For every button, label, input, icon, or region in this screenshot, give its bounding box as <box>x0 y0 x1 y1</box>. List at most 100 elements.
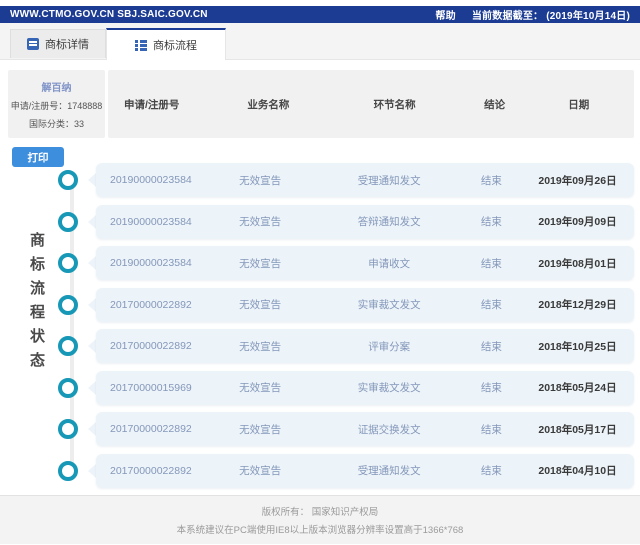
data-cutoff-label: 当前数据截至： (2019年10月14日) <box>471 11 630 22</box>
print-button[interactable]: 打印 <box>12 147 64 167</box>
timeline-node-icon <box>58 377 78 398</box>
bubble-arrow-icon <box>88 256 96 270</box>
row-bubble: 20190000023584 无效宣告 受理通知发文 结束 2019年09月26… <box>96 163 634 197</box>
site-urls: WWW.CTMO.GOV.CN SBJ.SAIC.GOV.CN <box>10 9 208 20</box>
table-row: 20190000023584 无效宣告 受理通知发文 结束 2019年09月26… <box>58 163 634 197</box>
cell-app-no: 20170000022892 <box>110 298 192 311</box>
row-bubble: 20170000015969 无效宣告 实审裁文发文 结束 2018年05月24… <box>96 370 634 405</box>
column-header-business: 业务名称 <box>247 98 290 111</box>
timeline-node-icon <box>58 336 78 356</box>
cell-business: 无效宣告 <box>239 174 282 187</box>
bubble-arrow-icon <box>88 380 96 395</box>
bubble-arrow-icon <box>88 463 96 478</box>
cell-business: 无效宣告 <box>239 382 282 394</box>
browser-advice-line: 本系统建议在PC端使用IE8以上版本浏览器分辨率设置高于1366*768 <box>176 525 464 536</box>
tab-trademark-details[interactable]: 商标详情 <box>10 29 106 58</box>
timeline-node-icon <box>58 170 78 190</box>
column-header-result: 结论 <box>484 98 506 111</box>
column-header-app-no: 申请/注册号 <box>124 98 180 111</box>
cell-business: 无效宣告 <box>239 216 282 228</box>
timeline-node-icon <box>58 419 78 439</box>
cell-app-no: 20170000022892 <box>110 423 192 435</box>
row-bubble: 20170000022892 无效宣告 实审裁文发文 结束 2018年12月29… <box>96 287 634 322</box>
cell-date: 2018年04月10日 <box>538 465 617 477</box>
cell-business: 无效宣告 <box>239 465 282 477</box>
row-bubble: 20170000022892 无效宣告 证据交换发文 结束 2018年05月17… <box>96 412 634 446</box>
main-panel: 解百纳 申请/注册号：1748888 国际分类：33 申请/注册号 业务名称 环… <box>0 60 640 495</box>
trademark-info-card: 解百纳 申请/注册号：1748888 国际分类：33 <box>8 70 105 138</box>
column-header-date: 日期 <box>568 98 590 111</box>
bubble-arrow-icon <box>88 339 96 353</box>
topbar: WWW.CTMO.GOV.CN SBJ.SAIC.GOV.CN 帮助 当前数据截… <box>0 6 640 23</box>
cell-step: 受理通知发文 <box>357 174 421 187</box>
cell-step: 证据交换发文 <box>357 423 421 436</box>
list-icon <box>135 39 147 51</box>
tab-label: 商标详情 <box>45 39 89 51</box>
table-row: 20190000023584 无效宣告 申请收文 结束 2019年08月01日 <box>58 246 634 280</box>
cell-business: 无效宣告 <box>239 340 282 353</box>
cell-date: 2018年12月29日 <box>538 299 617 311</box>
table-row: 20170000022892 无效宣告 证据交换发文 结束 2018年05月17… <box>58 412 634 446</box>
table-row: 20170000015969 无效宣告 实审裁文发文 结束 2018年05月24… <box>58 370 634 405</box>
timeline-node-icon <box>58 460 78 481</box>
cell-step: 实审裁文发文 <box>357 299 421 311</box>
help-link[interactable]: 帮助 <box>435 7 455 22</box>
cell-result: 结束 <box>480 382 502 394</box>
bubble-arrow-icon <box>88 173 96 187</box>
section-title-vertical: 商标流程状态 <box>28 232 45 376</box>
cell-app-no: 20170000022892 <box>110 464 192 477</box>
table-row: 20170000022892 无效宣告 评审分案 结束 2018年10月25日 <box>58 329 634 363</box>
cell-business: 无效宣告 <box>239 423 282 436</box>
cell-app-no: 20190000023584 <box>110 257 192 269</box>
timeline-node-icon <box>58 253 78 273</box>
cell-date: 2019年09月09日 <box>538 216 617 228</box>
table-row: 20170000022892 无效宣告 受理通知发文 结束 2018年04月10… <box>58 453 634 488</box>
registration-number: 申请/注册号：1748888 <box>10 100 103 111</box>
row-bubble: 20190000023584 无效宣告 答辩通知发文 结束 2019年09月09… <box>96 204 634 239</box>
cell-date: 2018年05月24日 <box>538 382 617 394</box>
tab-label: 商标流程 <box>153 40 197 52</box>
cell-date: 2018年10月25日 <box>538 340 617 353</box>
cell-date: 2019年08月01日 <box>538 257 617 270</box>
cell-result: 结束 <box>480 465 502 477</box>
cell-app-no: 20170000022892 <box>110 340 192 352</box>
tab-bar: 商标详情 商标流程 <box>0 23 640 60</box>
bubble-arrow-icon <box>88 214 96 229</box>
column-header-step: 环节名称 <box>373 98 416 111</box>
cell-date: 2019年09月26日 <box>538 174 617 187</box>
cell-step: 实审裁文发文 <box>357 382 421 394</box>
copyright-line: 版权所有： 国家知识产权局 <box>261 507 379 518</box>
tab-trademark-process[interactable]: 商标流程 <box>106 28 226 60</box>
cell-result: 结束 <box>480 340 502 353</box>
row-bubble: 20170000022892 无效宣告 受理通知发文 结束 2018年04月10… <box>96 453 634 488</box>
trademark-name: 解百纳 <box>41 82 72 94</box>
document-icon <box>27 38 39 50</box>
topbar-wrapper: WWW.CTMO.GOV.CN SBJ.SAIC.GOV.CN 帮助 当前数据截… <box>0 0 640 23</box>
row-bubble: 20170000022892 无效宣告 评审分案 结束 2018年10月25日 <box>96 329 634 363</box>
cell-business: 无效宣告 <box>239 299 282 311</box>
cell-step: 答辩通知发文 <box>357 216 421 228</box>
table-row: 20170000022892 无效宣告 实审裁文发文 结束 2018年12月29… <box>58 287 634 322</box>
timeline-node-icon <box>58 211 78 232</box>
bubble-arrow-icon <box>88 297 96 312</box>
table-row: 20190000023584 无效宣告 答辩通知发文 结束 2019年09月09… <box>58 204 634 239</box>
cell-result: 结束 <box>480 299 502 311</box>
cell-step: 申请收文 <box>368 257 411 270</box>
timeline-node-icon <box>58 294 78 315</box>
row-bubble: 20190000023584 无效宣告 申请收文 结束 2019年08月01日 <box>96 246 634 280</box>
cell-app-no: 20190000023584 <box>110 215 192 228</box>
page-footer: 版权所有： 国家知识产权局 本系统建议在PC端使用IE8以上版本浏览器分辨率设置… <box>0 495 640 544</box>
table-header-row: 申请/注册号 业务名称 环节名称 结论 日期 <box>108 70 634 138</box>
cell-business: 无效宣告 <box>239 257 282 270</box>
cell-result: 结束 <box>480 257 502 270</box>
cell-result: 结束 <box>480 216 502 228</box>
international-class: 国际分类：33 <box>28 118 84 129</box>
bubble-arrow-icon <box>88 422 96 436</box>
cell-date: 2018年05月17日 <box>538 423 617 436</box>
cell-step: 评审分案 <box>368 340 411 353</box>
cell-step: 受理通知发文 <box>357 465 421 477</box>
cell-app-no: 20170000015969 <box>110 381 192 394</box>
process-timeline: 20190000023584 无效宣告 受理通知发文 结束 2019年09月26… <box>58 163 634 495</box>
cell-result: 结束 <box>480 423 502 436</box>
cell-result: 结束 <box>480 174 502 187</box>
